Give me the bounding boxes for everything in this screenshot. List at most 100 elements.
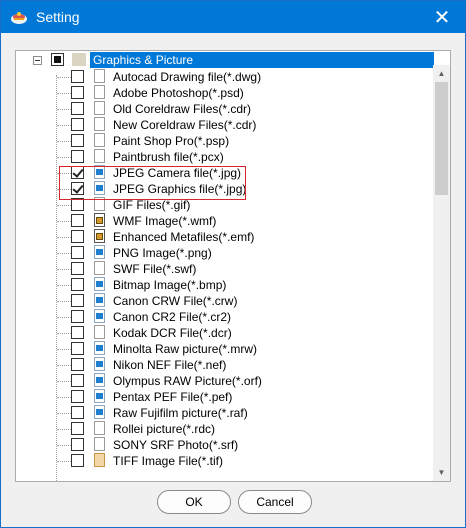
item-label: Autocad Drawing file(*.dwg) (113, 70, 262, 84)
document-icon (94, 261, 105, 275)
list-item[interactable]: Autocad Drawing file(*.dwg) (16, 69, 434, 85)
list-item[interactable]: Olympus RAW Picture(*.orf) (16, 373, 434, 389)
scroll-up-arrow-icon[interactable]: ▲ (433, 65, 450, 82)
jpeg-selection-highlight-box (59, 166, 246, 200)
item-checkbox[interactable] (71, 390, 84, 403)
item-checkbox[interactable] (71, 262, 84, 275)
item-checkbox[interactable] (71, 230, 84, 243)
document-icon (94, 117, 105, 131)
item-label: Kodak DCR File(*.dcr) (113, 326, 232, 340)
tree-connector-line (57, 157, 71, 158)
tree-connector-line (57, 429, 71, 430)
list-item[interactable]: Enhanced Metafiles(*.emf) (16, 229, 434, 245)
item-checkbox[interactable] (71, 422, 84, 435)
tree-connector-line (57, 381, 71, 382)
item-label: Bitmap Image(*.bmp) (113, 278, 227, 292)
tree-connector-line (57, 285, 71, 286)
tree-connector-line (57, 221, 71, 222)
list-item[interactable]: Raw Fujifilm picture(*.raf) (16, 405, 434, 421)
list-item[interactable]: SONY SRF Photo(*.srf) (16, 437, 434, 453)
ok-button[interactable]: OK (157, 490, 231, 514)
metafile-icon (94, 229, 105, 243)
item-checkbox[interactable] (71, 118, 84, 131)
tree-connector-line (57, 445, 71, 446)
tree-connector-line (57, 301, 71, 302)
list-item[interactable]: Rollei picture(*.rdc) (16, 421, 434, 437)
list-item[interactable]: Canon CRW File(*.crw) (16, 293, 434, 309)
list-item[interactable]: WMF Image(*.wmf) (16, 213, 434, 229)
item-checkbox[interactable] (71, 374, 84, 387)
tree-connector-line (57, 365, 71, 366)
item-checkbox[interactable] (71, 326, 84, 339)
item-label: Canon CR2 File(*.cr2) (113, 310, 232, 324)
item-label: Raw Fujifilm picture(*.raf) (113, 406, 248, 420)
list-item[interactable]: Paint Shop Pro(*.psp) (16, 133, 434, 149)
list-item[interactable]: Adobe Photoshop(*.psd) (16, 85, 434, 101)
document-icon (94, 133, 105, 147)
tree-connector-line (57, 333, 71, 334)
tree-connector-line (57, 93, 71, 94)
list-item[interactable]: Bitmap Image(*.bmp) (16, 277, 434, 293)
list-item[interactable]: PNG Image(*.png) (16, 245, 434, 261)
list-item[interactable]: New Coreldraw Files(*.cdr) (16, 117, 434, 133)
list-item[interactable]: Canon CR2 File(*.cr2) (16, 309, 434, 325)
item-checkbox[interactable] (71, 358, 84, 371)
item-checkbox[interactable] (71, 406, 84, 419)
tree-connector-line (57, 141, 71, 142)
item-checkbox[interactable] (71, 310, 84, 323)
item-checkbox[interactable] (71, 150, 84, 163)
item-label: SWF File(*.swf) (113, 262, 197, 276)
item-checkbox[interactable] (71, 278, 84, 291)
list-item[interactable]: Minolta Raw picture(*.mrw) (16, 341, 434, 357)
image-file-icon (94, 277, 105, 291)
document-icon (94, 421, 105, 435)
document-icon (94, 325, 105, 339)
title-bar[interactable]: Setting ✕ (1, 1, 465, 33)
item-checkbox[interactable] (71, 438, 84, 451)
tree-connector-line (57, 397, 71, 398)
list-item[interactable]: Pentax PEF File(*.pef) (16, 389, 434, 405)
item-checkbox[interactable] (71, 102, 84, 115)
item-label: TIFF Image File(*.tif) (113, 454, 224, 468)
list-item[interactable]: Old Coreldraw Files(*.cdr) (16, 101, 434, 117)
item-label: Old Coreldraw Files(*.cdr) (113, 102, 252, 116)
item-label: WMF Image(*.wmf) (113, 214, 217, 228)
close-button[interactable]: ✕ (419, 1, 465, 33)
list-item[interactable]: Paintbrush file(*.pcx) (16, 149, 434, 165)
tree-connector-line (57, 461, 71, 462)
item-label: SONY SRF Photo(*.srf) (113, 438, 239, 452)
tree-connector-line (57, 317, 71, 318)
image-file-icon (94, 341, 105, 355)
item-checkbox[interactable] (71, 246, 84, 259)
item-checkbox[interactable] (71, 454, 84, 467)
item-label: Adobe Photoshop(*.psd) (113, 86, 244, 100)
app-logo-icon (11, 12, 27, 24)
list-item[interactable]: SWF File(*.swf) (16, 261, 434, 277)
list-item[interactable]: Kodak DCR File(*.dcr) (16, 325, 434, 341)
cancel-button[interactable]: Cancel (238, 490, 312, 514)
image-file-icon (94, 389, 105, 403)
item-checkbox[interactable] (71, 134, 84, 147)
tree-connector-line (57, 205, 71, 206)
item-checkbox[interactable] (71, 86, 84, 99)
vertical-scrollbar[interactable]: ▲ ▼ (433, 65, 450, 481)
list-item[interactable]: Nikon NEF File(*.nef) (16, 357, 434, 373)
document-icon (94, 69, 105, 83)
tree-connector-line (57, 253, 71, 254)
document-icon (94, 101, 105, 115)
file-type-list: Autocad Drawing file(*.dwg) Adobe Photosh… (16, 65, 434, 481)
tree-connector-line (57, 413, 71, 414)
list-item[interactable]: TIFF Image File(*.tif) (16, 453, 434, 469)
scrollbar-thumb[interactable] (435, 82, 448, 195)
tree-connector-line (57, 237, 71, 238)
item-checkbox[interactable] (71, 214, 84, 227)
scroll-down-arrow-icon[interactable]: ▼ (433, 464, 450, 481)
file-type-tree-panel: Graphics & Picture Autocad Drawing file(… (15, 50, 451, 482)
item-checkbox[interactable] (71, 294, 84, 307)
collapse-toggle-icon[interactable] (33, 56, 42, 65)
window-title: Setting (36, 9, 80, 25)
image-file-icon (94, 373, 105, 387)
item-checkbox[interactable] (71, 342, 84, 355)
item-checkbox[interactable] (71, 70, 84, 83)
item-label: PNG Image(*.png) (113, 246, 212, 260)
